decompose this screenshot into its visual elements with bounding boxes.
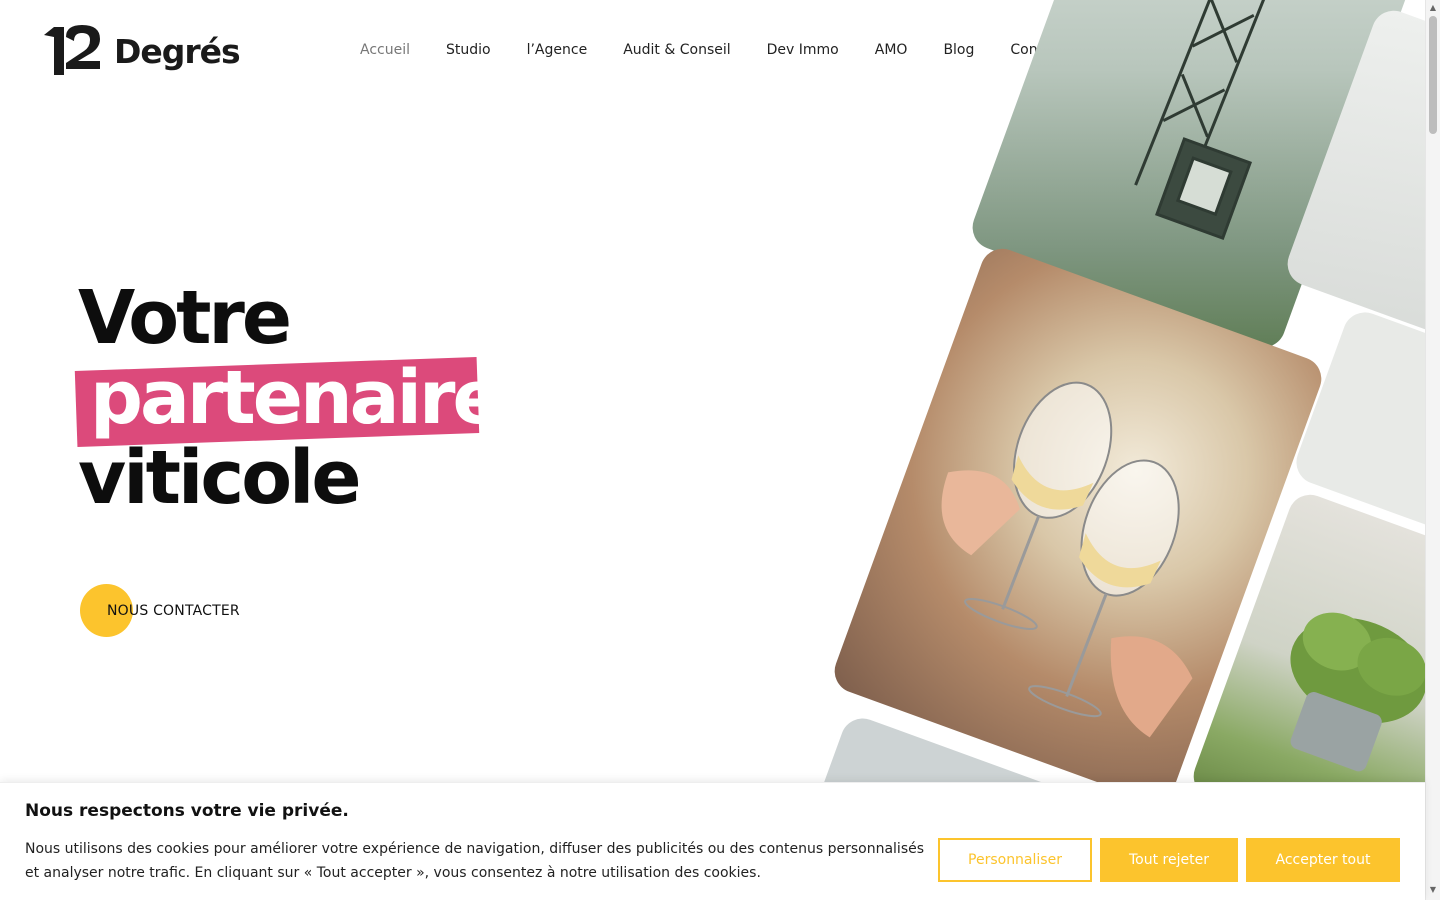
site-logo[interactable]: Degrés: [44, 22, 244, 78]
hero-line-3: viticole: [78, 435, 362, 521]
hero-line-2: partenaire: [74, 355, 503, 447]
hero-highlight-text: partenaire: [90, 355, 503, 441]
accept-all-button[interactable]: Accepter tout: [1246, 838, 1400, 882]
logo-wordmark: Degrés: [114, 31, 241, 71]
scroll-up-arrow-icon[interactable]: ▲: [1429, 4, 1437, 12]
nav-item-accueil[interactable]: Accueil: [360, 40, 410, 60]
nav-item-studio[interactable]: Studio: [446, 40, 491, 60]
cookie-text: Nous utilisons des cookies pour améliore…: [25, 841, 925, 881]
logo-mark-icon: [44, 25, 100, 75]
hero-line-1: Votre: [78, 275, 292, 361]
nav-item-audit-conseil[interactable]: Audit & Conseil: [623, 40, 730, 60]
reject-all-button[interactable]: Tout rejeter: [1100, 838, 1238, 882]
scroll-down-arrow-icon[interactable]: ▼: [1429, 886, 1437, 894]
cookie-banner: Nous respectons votre vie privée. Nous u…: [0, 782, 1425, 900]
hero-title: Votre partenaire viticole: [74, 275, 503, 521]
contact-cta-button[interactable]: NOUS CONTACTER: [80, 584, 240, 638]
photo-collage: [820, 0, 1425, 782]
hero-highlight: partenaire: [74, 355, 503, 447]
page-scrollbar[interactable]: ▲ ▼: [1425, 0, 1440, 900]
customize-button[interactable]: Personnaliser: [938, 838, 1092, 882]
scroll-thumb[interactable]: [1429, 16, 1437, 134]
cta-label: NOUS CONTACTER: [107, 603, 240, 619]
nav-item-agence[interactable]: l’Agence: [527, 40, 588, 60]
cookie-title: Nous respectons votre vie privée.: [25, 801, 349, 821]
